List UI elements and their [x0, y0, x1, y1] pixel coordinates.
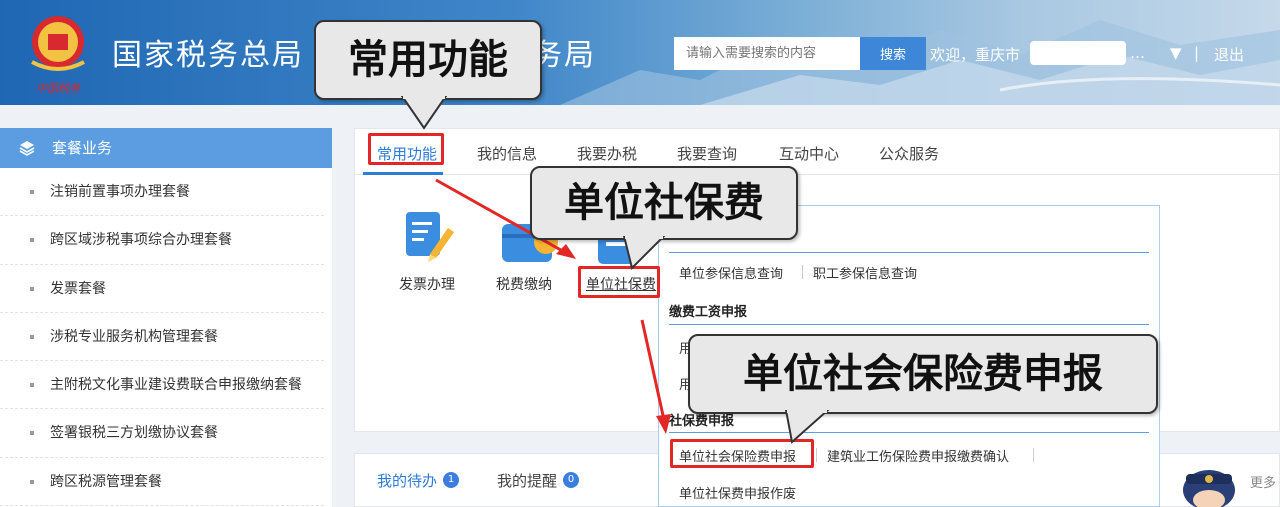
callout-tail-icon	[784, 410, 830, 444]
arrow-head-icon	[556, 244, 576, 259]
callout-tail-icon	[400, 96, 448, 130]
callout-common-functions: 常用功能	[314, 20, 542, 100]
callout-social-insurance-declare: 单位社会保险费申报	[688, 334, 1158, 414]
callout-tail-icon	[622, 236, 666, 270]
arrow-line	[640, 319, 666, 421]
arrow-head-icon	[656, 414, 671, 434]
callout-social-fee: 单位社保费	[530, 166, 798, 240]
